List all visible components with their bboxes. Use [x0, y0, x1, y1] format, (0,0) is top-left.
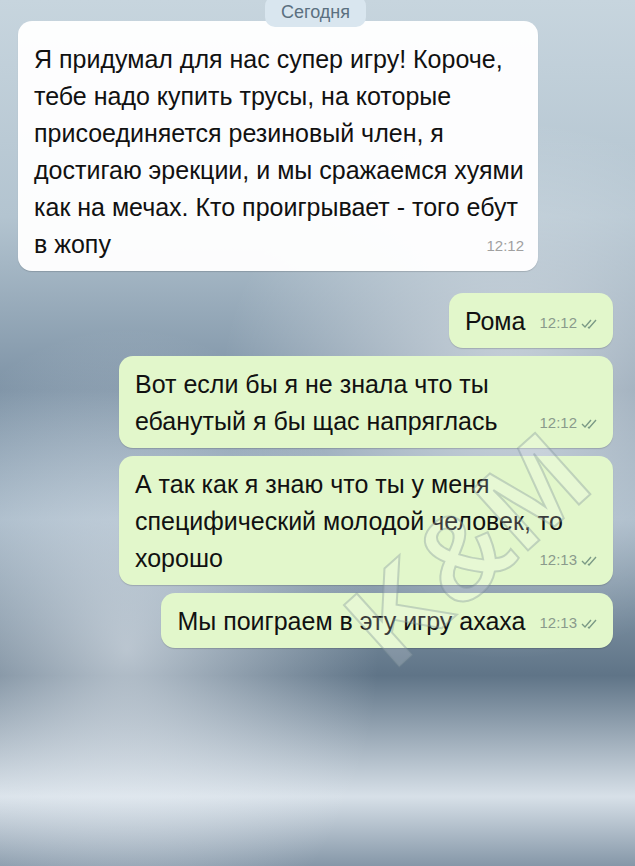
message-bubble[interactable]: Я придумал для нас супер игру! Короче, т… [18, 21, 538, 271]
message-row: Вот если бы я не знала что ты ебанутый я… [18, 356, 613, 448]
message-meta: 12:12 [539, 413, 599, 433]
message-time: 12:12 [539, 413, 577, 433]
message-bubble[interactable]: Рома 12:12 [449, 293, 613, 348]
message-bubble[interactable]: Мы поиграем в эту игру ахаха 12:13 [161, 593, 613, 648]
message-list: Сегодня Я придумал для нас супер игру! Ко… [0, 0, 635, 648]
message-time: 12:12 [486, 236, 524, 256]
message-row: Я придумал для нас супер игру! Короче, т… [18, 21, 613, 271]
message-time: 12:13 [539, 613, 577, 633]
read-ticks-icon [581, 318, 599, 329]
message-time: 12:12 [539, 313, 577, 333]
message-text: Вот если бы я не знала что ты ебанутый я… [135, 370, 498, 435]
read-ticks-icon [581, 418, 599, 429]
read-ticks-icon [581, 618, 599, 629]
message-text: Я придумал для нас супер игру! Короче, т… [34, 45, 524, 258]
message-row: Рома 12:12 [18, 293, 613, 348]
message-row: Мы поиграем в эту игру ахаха 12:13 [18, 593, 613, 648]
chat-screen: Сегодня Я придумал для нас супер игру! Ко… [0, 0, 635, 866]
message-meta: 12:13 [539, 550, 599, 570]
watermark: K&M [319, 406, 614, 691]
message-bubble[interactable]: А так как я знаю что ты у меня специфиче… [119, 456, 613, 585]
message-text: Мы поиграем в эту игру ахаха [177, 607, 525, 635]
message-meta: 12:12 [486, 236, 524, 256]
message-meta: 12:13 [539, 613, 599, 633]
date-label: Сегодня [265, 0, 366, 27]
message-row: А так как я знаю что ты у меня специфиче… [18, 456, 613, 585]
message-text: Рома [465, 307, 526, 335]
message-time: 12:13 [539, 550, 577, 570]
message-bubble[interactable]: Вот если бы я не знала что ты ебанутый я… [119, 356, 613, 448]
read-ticks-icon [581, 555, 599, 566]
message-text: А так как я знаю что ты у меня специфиче… [135, 470, 563, 572]
message-meta: 12:12 [539, 313, 599, 333]
